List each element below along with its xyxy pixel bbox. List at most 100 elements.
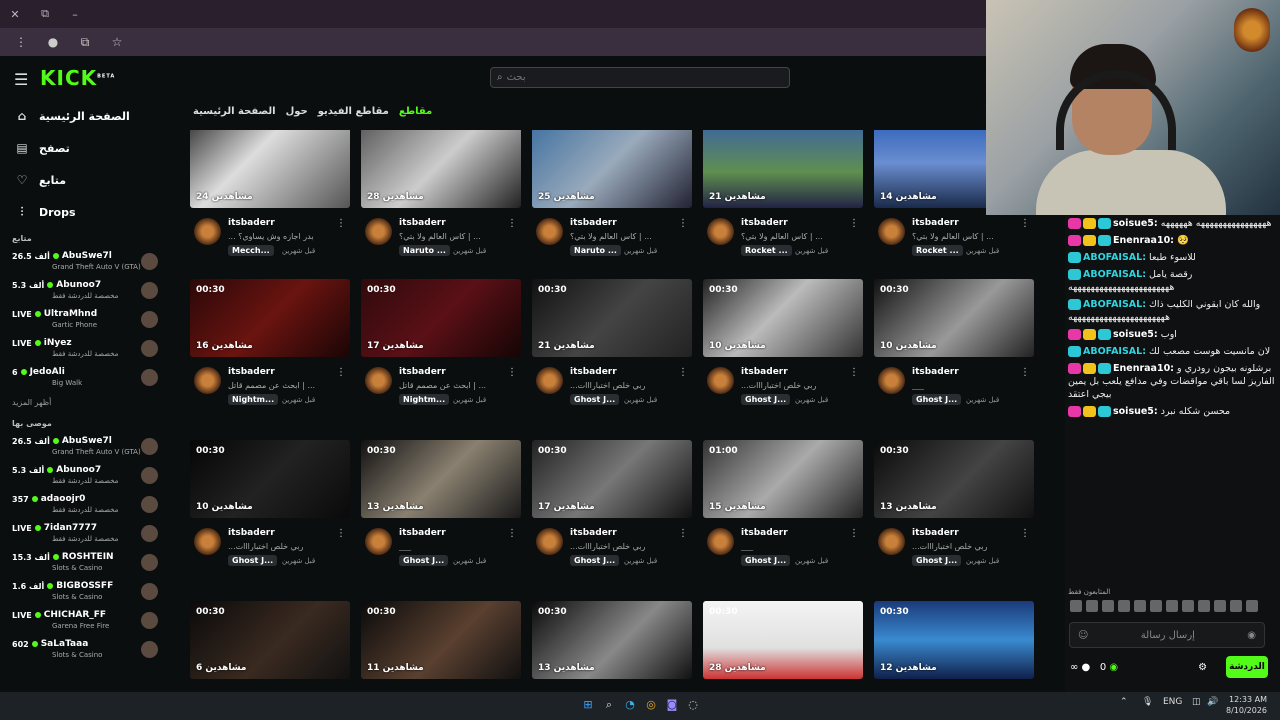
- tray-chevron-icon[interactable]: ⌃: [1120, 697, 1128, 707]
- clip-channel-name[interactable]: itsbaderr: [228, 218, 275, 228]
- windows-start-icon[interactable]: ⊞: [580, 697, 596, 713]
- clip-thumbnail[interactable]: 00:30 17 مشاهدين: [361, 279, 521, 357]
- clip-card[interactable]: 00:30 10 مشاهدين itsbaderr ⋮ ___ Ghost J... قب…: [874, 279, 1034, 427]
- clip-title[interactable]: كاس العالم ولا بتي؟ | ...: [570, 232, 690, 241]
- restore-window-button[interactable]: ⧉: [30, 7, 60, 21]
- clip-card[interactable]: 21 مشاهدين itsbaderr ⋮ كاس العالم ولا بتي؟ …: [703, 130, 863, 278]
- clip-category-tag[interactable]: Rocket ...: [912, 245, 963, 256]
- chat-username[interactable]: ABOFAISAL:: [1083, 299, 1146, 310]
- clip-channel-name[interactable]: itsbaderr: [570, 218, 617, 228]
- clip-title[interactable]: ...ربي خلص اختبارااات: [912, 542, 1032, 551]
- microphone-icon[interactable]: 🎙: [1142, 697, 1153, 707]
- clip-channel-name[interactable]: itsbaderr: [399, 528, 446, 538]
- clip-category-tag[interactable]: Ghost J...: [741, 555, 791, 566]
- clip-category-tag[interactable]: Ghost J...: [228, 555, 278, 566]
- clip-title[interactable]: ابحث عن مصمم قاتل | ...: [399, 381, 519, 390]
- chat-username[interactable]: ABOFAISAL:: [1083, 346, 1146, 357]
- clip-category-tag[interactable]: Rocket ...: [741, 245, 792, 256]
- channel-avatar[interactable]: [365, 528, 392, 555]
- clip-thumbnail[interactable]: 00:30 10 مشاهدين: [703, 279, 863, 357]
- emoji-icon[interactable]: ☺: [1078, 630, 1088, 641]
- clip-channel-name[interactable]: itsbaderr: [570, 528, 617, 538]
- clip-category-tag[interactable]: Ghost J...: [912, 555, 962, 566]
- clip-thumbnail[interactable]: 24 مشاهدين: [190, 130, 350, 208]
- kick-logo[interactable]: KICKBETA: [40, 66, 115, 90]
- channel-avatar[interactable]: [878, 367, 905, 394]
- clip-card[interactable]: 00:30 21 مشاهدين itsbaderr ⋮ ...ربي خلص اختب…: [532, 279, 692, 427]
- taskbar-clock[interactable]: 12:33 AM 8/10/2026: [1226, 694, 1267, 716]
- clip-title[interactable]: ابحث عن مصمم قاتل | ...: [228, 381, 348, 390]
- chat-input[interactable]: ☺ إرسال رسالة ◉: [1069, 622, 1265, 648]
- clip-card[interactable]: 00:30 11 مشاهدين: [361, 601, 521, 679]
- more-options-icon[interactable]: ⋮: [849, 528, 859, 539]
- clip-channel-name[interactable]: itsbaderr: [912, 528, 959, 538]
- clip-card[interactable]: 00:30 6 مشاهدين: [190, 601, 350, 679]
- clip-title[interactable]: ___: [912, 381, 1032, 390]
- channel-avatar[interactable]: [194, 367, 221, 394]
- sidebar-nav-item[interactable]: ⌂ الصفحة الرئيسية: [0, 100, 170, 132]
- clip-card[interactable]: 00:30 28 مشاهدين: [703, 601, 863, 679]
- clip-card[interactable]: 00:30 17 مشاهدين itsbaderr ⋮ ...ربي خلص اختب…: [532, 440, 692, 588]
- edge-icon[interactable]: ◔: [622, 697, 638, 713]
- more-options-icon[interactable]: ⋮: [507, 367, 517, 378]
- show-more-link[interactable]: أظهر المزيد: [0, 392, 170, 413]
- clip-category-tag[interactable]: Naruto ...: [570, 245, 621, 256]
- channel-avatar[interactable]: [536, 528, 563, 555]
- channel-avatar[interactable]: [536, 367, 563, 394]
- chat-username[interactable]: soisue5:: [1113, 406, 1158, 417]
- clip-category-tag[interactable]: Ghost J...: [570, 394, 620, 405]
- chat-username[interactable]: ABOFAISAL:: [1083, 269, 1146, 280]
- bookmark-star-icon[interactable]: ☆: [106, 35, 128, 49]
- clip-channel-name[interactable]: itsbaderr: [228, 528, 275, 538]
- sidebar-channel[interactable]: LIVE 7idan7777 مخصصة للدردشة فقط: [0, 519, 170, 548]
- menu-icon[interactable]: ⋮: [10, 35, 32, 49]
- clip-card[interactable]: 00:30 10 مشاهدين itsbaderr ⋮ ...ربي خلص اختب…: [703, 279, 863, 427]
- more-options-icon[interactable]: ⋮: [336, 367, 346, 378]
- clip-thumbnail[interactable]: 00:30 10 مشاهدين: [190, 440, 350, 518]
- clip-thumbnail[interactable]: 00:30 21 مشاهدين: [532, 279, 692, 357]
- clip-card[interactable]: 00:30 16 مشاهدين itsbaderr ⋮ ابحث عن مصمم قا…: [190, 279, 350, 427]
- search-input[interactable]: [506, 72, 767, 83]
- tab-clips[interactable]: مقاطع: [399, 106, 432, 117]
- channel-avatar[interactable]: [878, 528, 905, 555]
- search-box[interactable]: ⌕: [490, 67, 790, 88]
- clip-category-tag[interactable]: Mecch...: [228, 245, 274, 256]
- more-options-icon[interactable]: ⋮: [507, 528, 517, 539]
- sidebar-channel[interactable]: LIVE iNyez مخصصة للدردشة فقط: [0, 334, 170, 363]
- sidebar-channel[interactable]: LIVE CHICHAR_FF Garena Free Fire: [0, 606, 170, 635]
- taskbar-search-icon[interactable]: ⌕: [601, 697, 617, 713]
- clip-card[interactable]: 00:30 12 مشاهدين: [874, 601, 1034, 679]
- clip-thumbnail[interactable]: 00:30 13 مشاهدين: [361, 440, 521, 518]
- clip-channel-name[interactable]: itsbaderr: [912, 218, 959, 228]
- clip-channel-name[interactable]: itsbaderr: [570, 367, 617, 377]
- clip-thumbnail[interactable]: 00:30 13 مشاهدين: [532, 601, 692, 679]
- clip-channel-name[interactable]: itsbaderr: [399, 218, 446, 228]
- language-indicator[interactable]: ENG: [1163, 697, 1182, 707]
- channel-avatar[interactable]: [878, 218, 905, 245]
- channel-avatar[interactable]: [365, 367, 392, 394]
- extensions-icon[interactable]: ⧉: [74, 35, 96, 50]
- clip-title[interactable]: كاس العالم ولا بتي؟ | ...: [741, 232, 861, 241]
- chrome-icon[interactable]: ◎: [643, 697, 659, 713]
- clip-card[interactable]: 01:00 15 مشاهدين itsbaderr ⋮ ___ Ghost J... قب…: [703, 440, 863, 588]
- sidebar-channel[interactable]: 5.3 ألف Abunoo7 مخصصة للدردشة فقط: [0, 276, 170, 305]
- clip-category-tag[interactable]: Nightm...: [399, 394, 450, 405]
- chat-settings-dot-icon[interactable]: ◉: [1247, 630, 1256, 641]
- clip-card[interactable]: 00:30 13 مشاهدين: [532, 601, 692, 679]
- more-options-icon[interactable]: ⋮: [1020, 218, 1030, 229]
- minimize-window-button[interactable]: –: [60, 8, 90, 21]
- obs-icon[interactable]: ◌: [685, 697, 701, 713]
- chat-username[interactable]: Enenraa10:: [1113, 235, 1174, 246]
- chat-username[interactable]: Enenraa10:: [1113, 363, 1174, 374]
- clip-thumbnail[interactable]: 28 مشاهدين: [361, 130, 521, 208]
- clip-channel-name[interactable]: itsbaderr: [912, 367, 959, 377]
- clip-card[interactable]: 00:30 10 مشاهدين itsbaderr ⋮ ...ربي خلص اختب…: [190, 440, 350, 588]
- sidebar-channel[interactable]: 5.3 ألف Abunoo7 مخصصة للدردشة فقط: [0, 461, 170, 490]
- sidebar-channel[interactable]: LIVE UltraMhnd Gartic Phone: [0, 305, 170, 334]
- sidebar-channel[interactable]: 26.5 ألف AbuSwe7l Grand Theft Auto V (GTA): [0, 247, 170, 276]
- tab-home[interactable]: الصفحة الرئيسية: [193, 106, 276, 117]
- sidebar-channel[interactable]: 1.6 ألف BIGBOSSFF Slots & Casino: [0, 577, 170, 606]
- chat-username[interactable]: soisue5:: [1113, 218, 1158, 229]
- clip-thumbnail[interactable]: 00:30 28 مشاهدين: [703, 601, 863, 679]
- clip-title[interactable]: ___: [399, 542, 519, 551]
